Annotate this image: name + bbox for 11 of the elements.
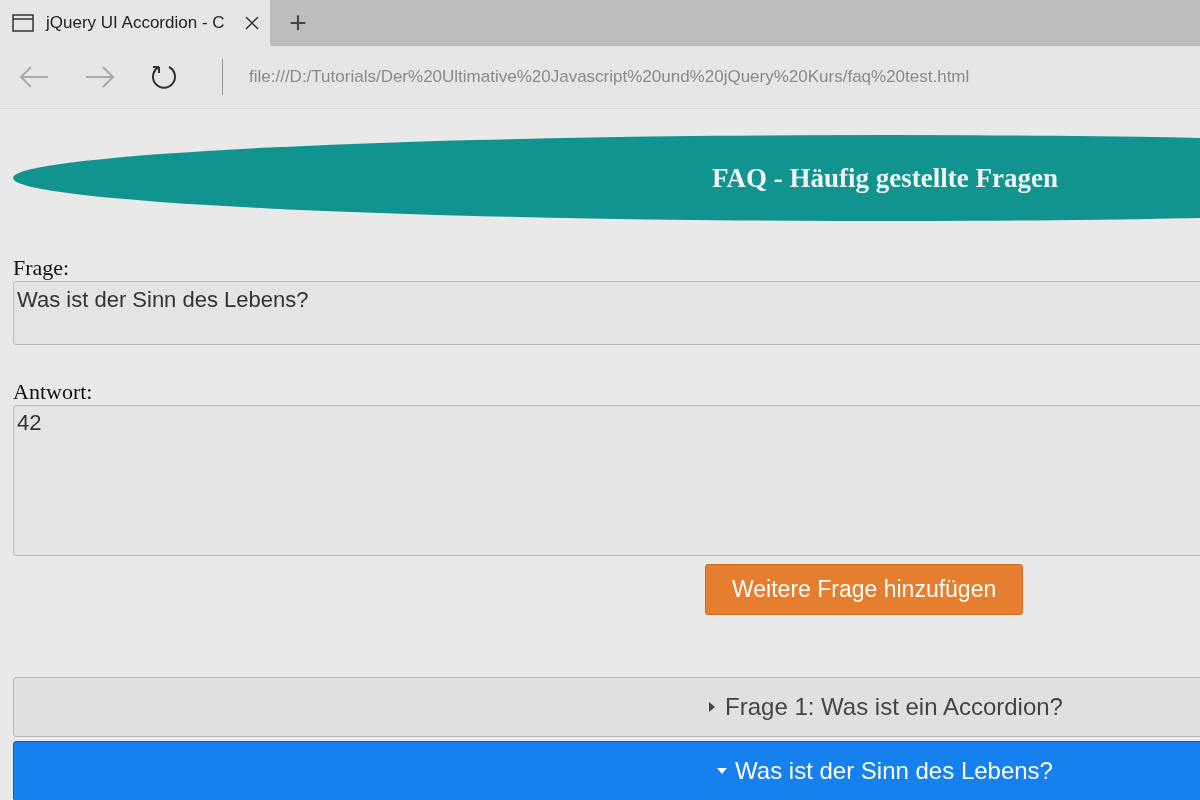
close-icon[interactable] [244,15,260,31]
field-label: Antwort: [13,379,94,405]
new-tab-button[interactable]: + [270,0,326,46]
accordion-header[interactable]: Was ist der Sinn des Lebens? [13,741,1200,800]
accordion-header[interactable]: Frage 1: Was ist ein Accordion? [13,677,1200,737]
field-label: Frage: [13,255,71,281]
browser-tab[interactable]: jQuery UI Accordion - C [0,0,270,46]
answer-field[interactable]: 42 [13,405,1200,556]
question-field[interactable]: Was ist der Sinn des Lebens? [13,281,1200,345]
window-icon [12,14,34,32]
page-heading: FAQ - Häufig gestellte Fragen [712,162,1058,194]
